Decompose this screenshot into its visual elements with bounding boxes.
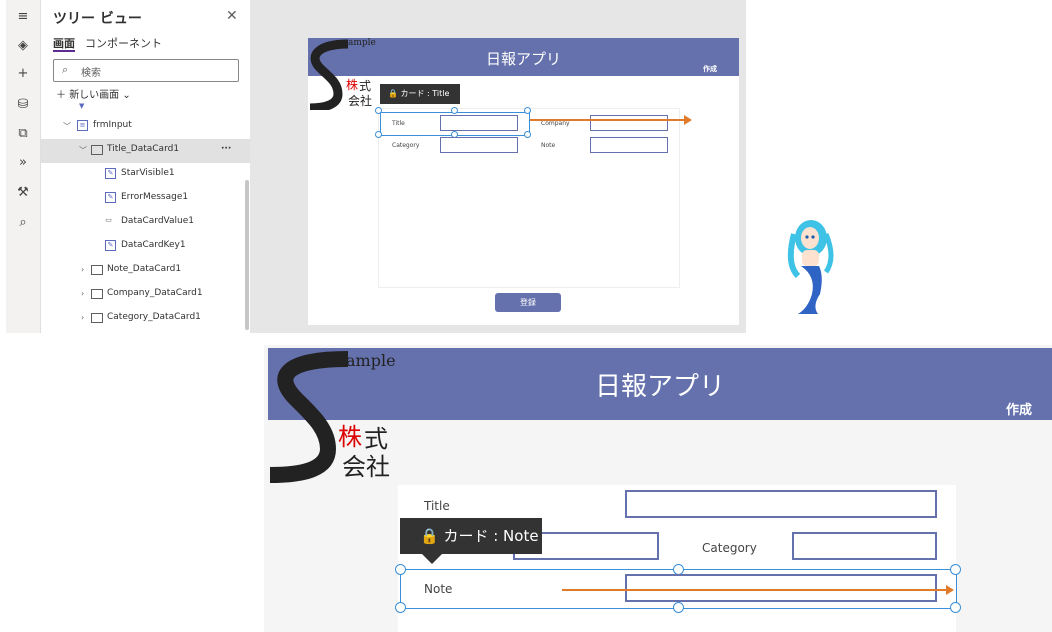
tree-node-errormessage[interactable]: ✎ ErrorMessage1 bbox=[41, 187, 250, 211]
resize-handle[interactable] bbox=[395, 602, 406, 613]
label-category: Category bbox=[392, 142, 420, 149]
node-label: DataCardKey1 bbox=[121, 240, 186, 250]
title-input[interactable] bbox=[625, 490, 937, 518]
tree-scrollbar[interactable] bbox=[245, 180, 249, 330]
edit-icon: ✎ bbox=[105, 192, 116, 203]
label-note: Note bbox=[424, 582, 453, 596]
tree-node-starvisible[interactable]: ✎ StarVisible1 bbox=[41, 163, 250, 187]
chevron-right-icon[interactable]: › bbox=[81, 265, 84, 274]
search-placeholder: 検索 bbox=[81, 68, 101, 79]
tooltip-text: カード : Title bbox=[400, 89, 450, 98]
search-icon: ⌕ bbox=[62, 63, 69, 76]
node-label: Category_DataCard1 bbox=[107, 312, 201, 322]
tools-icon[interactable]: ⚒ bbox=[13, 184, 33, 202]
chevron-down-icon[interactable]: ﹀ bbox=[63, 121, 71, 132]
tree-node-datacardvalue[interactable]: ▭ DataCardValue1 bbox=[41, 211, 250, 235]
card-icon bbox=[91, 265, 103, 275]
card-icon bbox=[91, 313, 103, 323]
logo-kaisha: 会社 bbox=[348, 94, 373, 108]
app-canvas-preview: 日報アプリ 作成 ample 株 式 会社 🔒 カード : Title Titl… bbox=[308, 38, 739, 325]
title-input[interactable] bbox=[440, 115, 518, 131]
tooltip-pointer bbox=[422, 554, 442, 564]
mermaid-mascot-image bbox=[787, 220, 834, 314]
flow-icon[interactable]: » bbox=[13, 154, 33, 172]
create-label: 作成 bbox=[703, 65, 717, 73]
resize-handle[interactable] bbox=[673, 602, 684, 613]
card-icon bbox=[91, 289, 103, 299]
note-input[interactable] bbox=[590, 137, 668, 153]
arrow-annotation bbox=[562, 585, 954, 595]
label-category: Category bbox=[702, 541, 757, 555]
edit-icon: ✎ bbox=[105, 168, 116, 179]
label-title: Title bbox=[392, 120, 405, 127]
chevron-down-icon[interactable]: ﹀ bbox=[79, 145, 87, 156]
node-label: frmInput bbox=[93, 120, 132, 130]
card-icon bbox=[91, 145, 103, 155]
textinput-icon: ▭ bbox=[105, 216, 112, 224]
tab-screens[interactable]: 画面 bbox=[53, 35, 75, 51]
node-label: ErrorMessage1 bbox=[121, 192, 189, 202]
arrow-annotation bbox=[530, 115, 692, 125]
tree-view-title: ツリー ビュー bbox=[53, 11, 142, 27]
logo-kaisha: 会社 bbox=[342, 453, 390, 481]
form-icon: ≡ bbox=[77, 120, 88, 131]
tree-node-frminput[interactable]: ﹀ ≡ frmInput bbox=[41, 115, 250, 139]
tooltip-text: カード : Note bbox=[443, 527, 539, 545]
tree-node-datacardkey[interactable]: ✎ DataCardKey1 bbox=[41, 235, 250, 259]
chevron-right-icon[interactable]: › bbox=[81, 289, 84, 298]
new-screen-button[interactable]: ＋ 新しい画面 ⌄ bbox=[56, 86, 131, 101]
logo-kabu: 株 bbox=[346, 78, 359, 92]
chevron-right-icon[interactable]: › bbox=[81, 313, 84, 322]
tree-node-note-datacard[interactable]: › Note_DataCard1 bbox=[41, 259, 250, 283]
create-label: 作成 bbox=[1006, 403, 1033, 418]
hamburger-icon[interactable]: ≡ bbox=[13, 8, 33, 26]
close-icon[interactable]: ✕ bbox=[226, 8, 238, 24]
category-input[interactable] bbox=[440, 137, 518, 153]
tree-node-title-datacard[interactable]: ﹀ Title_DataCard1 ··· bbox=[41, 139, 250, 163]
tree-node-category-datacard[interactable]: › Category_DataCard1 bbox=[41, 307, 250, 331]
new-screen-label: 新しい画面 bbox=[69, 90, 120, 101]
logo-sample-text: ample bbox=[346, 351, 396, 370]
search-icon[interactable]: ⌕ bbox=[13, 214, 33, 232]
tab-components[interactable]: コンポーネント bbox=[85, 35, 162, 51]
card-tooltip: 🔒 カード : Note bbox=[400, 518, 542, 554]
node-label: Title_DataCard1 bbox=[107, 144, 180, 154]
resize-handle[interactable] bbox=[375, 107, 382, 114]
node-label: DataCardValue1 bbox=[121, 216, 194, 226]
resize-handle[interactable] bbox=[524, 131, 531, 138]
chevron-down-icon: ▼ bbox=[79, 102, 85, 110]
label-note: Note bbox=[541, 142, 556, 149]
search-input[interactable]: ⌕ 検索 bbox=[53, 59, 239, 82]
label-title: Title bbox=[424, 499, 450, 513]
more-options-icon[interactable]: ··· bbox=[221, 144, 231, 154]
node-label: Company_DataCard1 bbox=[107, 288, 203, 298]
tree-node-company-datacard[interactable]: › Company_DataCard1 bbox=[41, 283, 250, 307]
logo-sample-text: ample bbox=[348, 38, 376, 48]
left-rail: ≡ ◈ + ⛁ ⧉ » ⚒ ⌕ bbox=[6, 0, 41, 333]
submit-button[interactable]: 登録 bbox=[495, 293, 561, 312]
node-label: Note_DataCard1 bbox=[107, 264, 182, 274]
resize-handle[interactable] bbox=[395, 564, 406, 575]
resize-handle[interactable] bbox=[451, 107, 458, 114]
media-icon[interactable]: ⧉ bbox=[13, 125, 33, 143]
node-label: StarVisible1 bbox=[121, 168, 175, 178]
category-input[interactable] bbox=[792, 532, 937, 560]
card-tooltip: 🔒 カード : Title bbox=[380, 84, 460, 104]
resize-handle[interactable] bbox=[375, 131, 382, 138]
layers-icon[interactable]: ◈ bbox=[13, 37, 33, 55]
tab-underline bbox=[53, 50, 75, 52]
resize-handle[interactable] bbox=[950, 564, 961, 575]
plus-icon[interactable]: + bbox=[13, 65, 33, 83]
resize-handle[interactable] bbox=[950, 602, 961, 613]
tree-view-panel: ツリー ビュー ✕ 画面 コンポーネント ⌕ 検索 ＋ 新しい画面 ⌄ ▼ ﹀ … bbox=[41, 0, 250, 333]
edit-icon: ✎ bbox=[105, 240, 116, 251]
database-icon[interactable]: ⛁ bbox=[13, 96, 33, 114]
